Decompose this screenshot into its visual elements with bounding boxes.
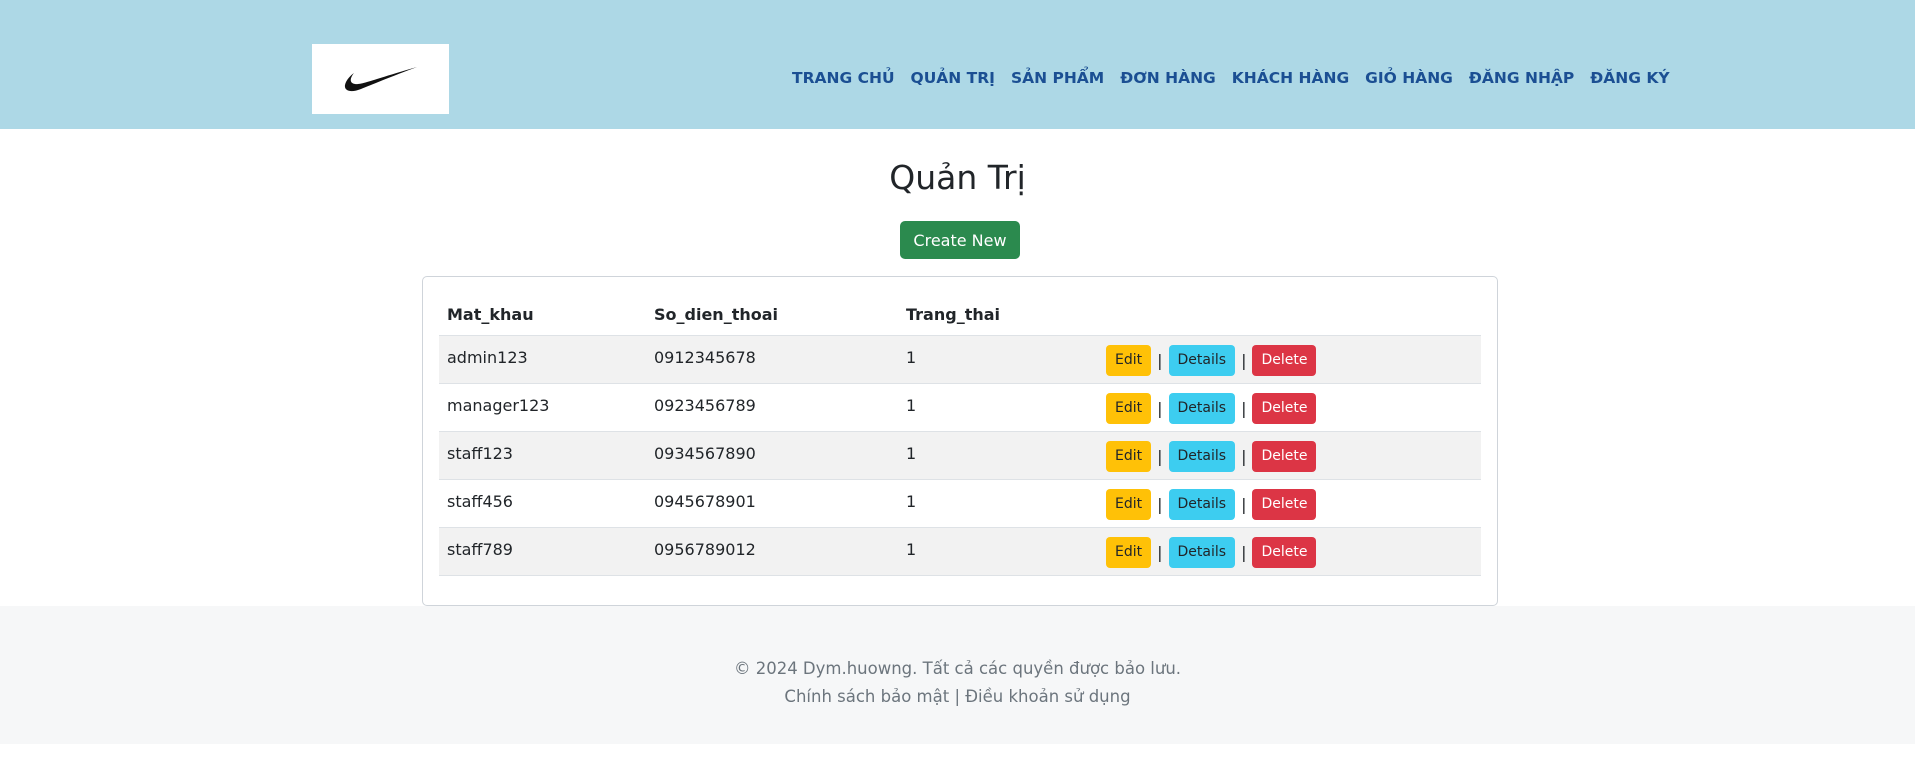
row-actions: Edit | Details | Delete — [1106, 488, 1481, 520]
details-button[interactable]: Details — [1168, 440, 1236, 472]
table-row: staff789 0956789012 1 Edit | Details | Delete — [439, 526, 1481, 576]
details-button[interactable]: Details — [1168, 392, 1236, 424]
row-actions: Edit | Details | Delete — [1106, 392, 1481, 424]
cell-mat-khau: staff789 — [439, 526, 646, 576]
header-actions — [1098, 295, 1481, 335]
footer-links[interactable]: Chính sách bảo mật | Điều khoản sử dụng — [0, 683, 1915, 711]
page-title: Quản Trị — [889, 158, 1026, 197]
separator: | — [1157, 494, 1163, 514]
details-button[interactable]: Details — [1168, 344, 1236, 376]
edit-button[interactable]: Edit — [1106, 440, 1152, 472]
cell-actions: Edit | Details | Delete — [1098, 526, 1481, 576]
separator: | — [1241, 446, 1247, 466]
cell-trang-thai: 1 — [898, 478, 1098, 527]
delete-button[interactable]: Delete — [1252, 488, 1317, 520]
separator: | — [1241, 494, 1247, 514]
separator: | — [1157, 350, 1163, 370]
table-row: staff456 0945678901 1 Edit | Details | Delete — [439, 478, 1481, 527]
header-trang-thai: Trang_thai — [906, 305, 1001, 325]
cell-so-dien-thoai: 0923456789 — [646, 382, 898, 431]
cell-so-dien-thoai: 0912345678 — [646, 334, 898, 383]
delete-button[interactable]: Delete — [1252, 344, 1317, 376]
details-button[interactable]: Details — [1168, 488, 1236, 520]
delete-button[interactable]: Delete — [1252, 536, 1317, 568]
site-header: TRANG CHỦ QUẢN TRỊ SẢN PHẨM ĐƠN HÀNG KHÁ… — [0, 0, 1915, 129]
row-actions: Edit | Details | Delete — [1106, 344, 1481, 376]
cell-actions: Edit | Details | Delete — [1098, 430, 1481, 479]
table-row: admin123 0912345678 1 Edit | Details | Delete — [439, 334, 1481, 383]
cell-trang-thai: 1 — [898, 430, 1098, 479]
footer-copyright: © 2024 Dym.huowng. Tất cả các quyền được… — [733, 659, 1182, 678]
row-actions: Edit | Details | Delete — [1106, 440, 1481, 472]
site-footer: © 2024 Dym.huowng. Tất cả các quyền được… — [0, 606, 1915, 744]
edit-button[interactable]: Edit — [1106, 344, 1152, 376]
nav-login[interactable]: ĐĂNG NHẬP — [1469, 68, 1574, 88]
nav-cart[interactable]: GIỎ HÀNG — [1365, 68, 1453, 88]
separator: | — [1241, 398, 1247, 418]
cell-so-dien-thoai: 0956789012 — [646, 526, 898, 576]
nav-home[interactable]: TRANG CHỦ — [792, 68, 895, 88]
separator: | — [1157, 446, 1163, 466]
separator: | — [1157, 398, 1163, 418]
cell-trang-thai: 1 — [898, 334, 1098, 383]
cell-so-dien-thoai: 0945678901 — [646, 478, 898, 527]
cell-actions: Edit | Details | Delete — [1098, 382, 1481, 431]
table-row: staff123 0934567890 1 Edit | Details | Delete — [439, 430, 1481, 479]
nav-admin[interactable]: QUẢN TRỊ — [911, 68, 995, 88]
cell-actions: Edit | Details | Delete — [1098, 478, 1481, 527]
separator: | — [1241, 350, 1247, 370]
swoosh-icon — [344, 67, 417, 92]
header-so-dien-thoai: So_dien_thoai — [654, 305, 779, 325]
cell-trang-thai: 1 — [898, 382, 1098, 431]
edit-button[interactable]: Edit — [1106, 488, 1152, 520]
nav-orders[interactable]: ĐƠN HÀNG — [1120, 68, 1216, 88]
cell-mat-khau: manager123 — [439, 382, 646, 431]
main-nav: TRANG CHỦ QUẢN TRỊ SẢN PHẨM ĐƠN HÀNG KHÁ… — [792, 68, 1686, 88]
details-button[interactable]: Details — [1168, 536, 1236, 568]
nav-register[interactable]: ĐĂNG KÝ — [1590, 68, 1669, 88]
separator: | — [1157, 542, 1163, 562]
cell-actions: Edit | Details | Delete — [1098, 334, 1481, 383]
delete-button[interactable]: Delete — [1252, 440, 1317, 472]
accounts-table: Mat_khau So_dien_thoai Trang_thai admin1… — [439, 295, 1481, 576]
nav-products[interactable]: SẢN PHẨM — [1011, 68, 1104, 88]
table-card: Mat_khau So_dien_thoai Trang_thai admin1… — [422, 276, 1498, 606]
cell-trang-thai: 1 — [898, 526, 1098, 576]
header-mat-khau: Mat_khau — [447, 305, 534, 325]
cell-mat-khau: staff456 — [439, 478, 646, 527]
table-header-row: Mat_khau So_dien_thoai Trang_thai — [439, 295, 1481, 335]
delete-button[interactable]: Delete — [1252, 392, 1317, 424]
cell-so-dien-thoai: 0934567890 — [646, 430, 898, 479]
cell-mat-khau: staff123 — [439, 430, 646, 479]
separator: | — [1241, 542, 1247, 562]
row-actions: Edit | Details | Delete — [1106, 536, 1481, 568]
nike-logo[interactable] — [312, 44, 449, 114]
create-new-button[interactable]: Create New — [900, 221, 1020, 259]
edit-button[interactable]: Edit — [1106, 392, 1152, 424]
cell-mat-khau: admin123 — [439, 334, 646, 383]
edit-button[interactable]: Edit — [1106, 536, 1152, 568]
table-row: manager123 0923456789 1 Edit | Details | Delete — [439, 382, 1481, 431]
nav-customers[interactable]: KHÁCH HÀNG — [1232, 68, 1349, 88]
